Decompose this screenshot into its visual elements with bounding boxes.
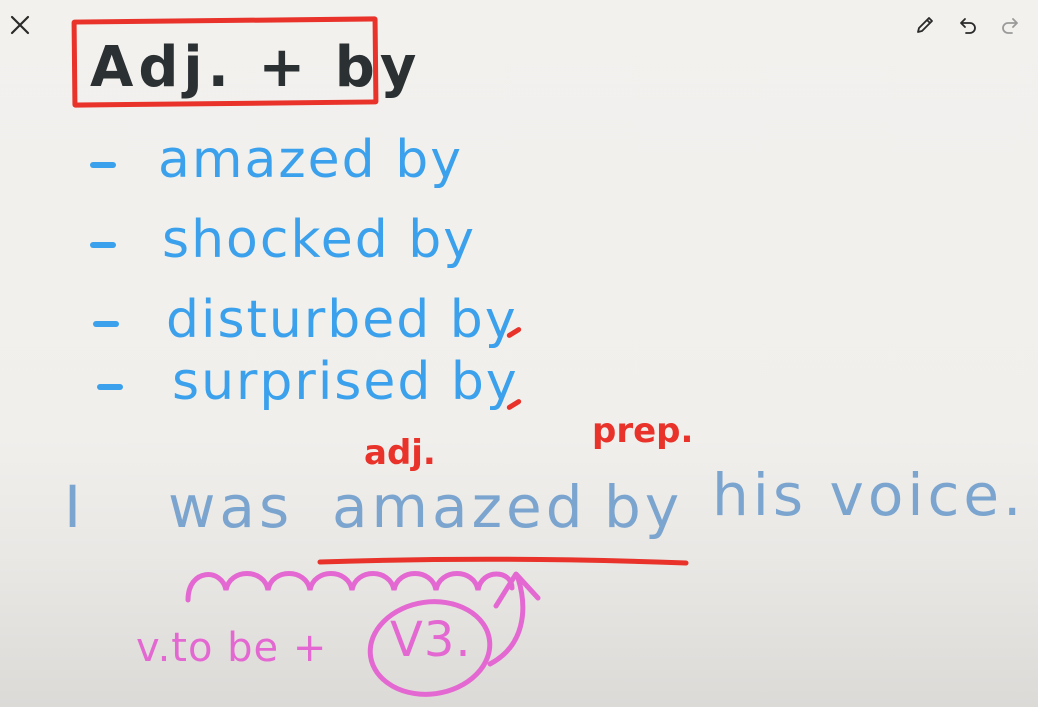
pink-wavy-line: [185, 571, 515, 603]
formula-right: V3.: [390, 612, 472, 668]
formula-left: v.to be +: [136, 625, 328, 671]
ink-strokes: [185, 556, 689, 697]
red-underline: [317, 556, 689, 566]
note-canvas[interactable]: Adj. + by amazed by shocked by disturbed…: [0, 0, 1038, 707]
